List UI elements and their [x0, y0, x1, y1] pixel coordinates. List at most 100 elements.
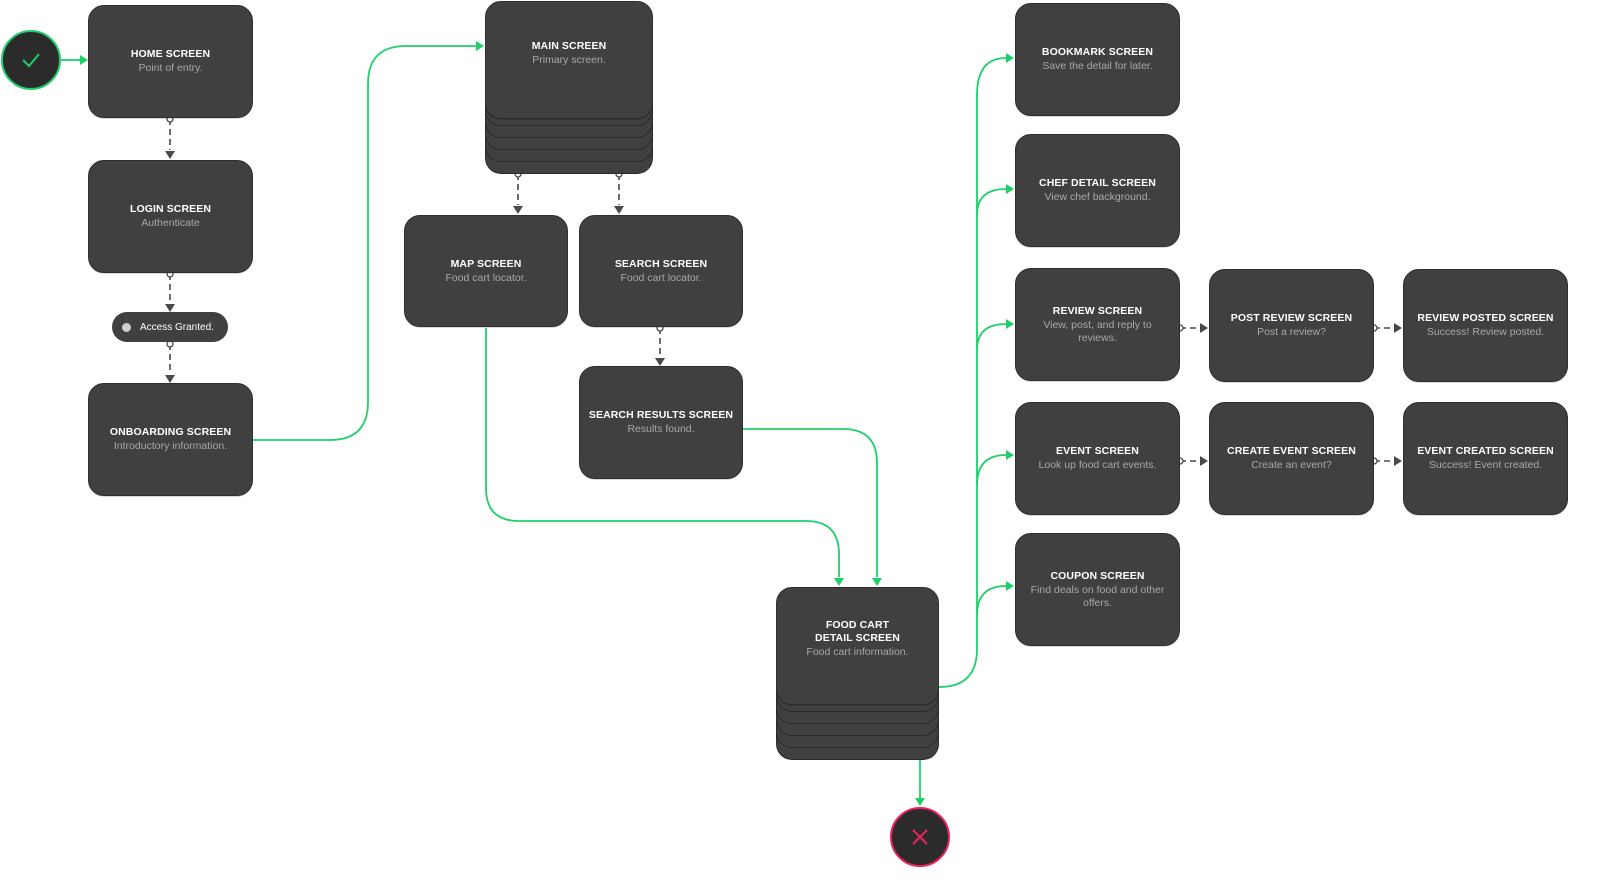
node-title: REVIEW POSTED SCREEN — [1417, 312, 1554, 324]
node-subtitle: Primary screen. — [532, 53, 606, 66]
edge-home-to-login[interactable] — [165, 115, 175, 159]
arrowhead-icon — [655, 358, 665, 366]
node-title: BOOKMARK SCREEN — [1041, 46, 1154, 58]
edge-post_review-to-review_posted[interactable] — [1370, 323, 1402, 333]
node-subtitle: View chef background. — [1044, 191, 1151, 203]
arrowhead-icon — [1200, 323, 1208, 333]
node-title: FOOD CART DETAIL SCREEN — [815, 619, 900, 644]
edge-food_cart_detail-to-coupon[interactable] — [976, 581, 1014, 616]
node-event-created-screen[interactable]: EVENT CREATED SCREEN Success! Event crea… — [1403, 402, 1568, 515]
node-subtitle: Find deals on food and other offers. — [1030, 583, 1165, 609]
node-post-review-screen[interactable]: POST REVIEW SCREEN Post a review? — [1209, 269, 1374, 382]
node-review-posted-screen[interactable]: REVIEW POSTED SCREEN Success! Review pos… — [1403, 269, 1568, 382]
edge-food_cart_detail-to-event[interactable] — [976, 450, 1014, 486]
edge-search-to-search_results[interactable] — [655, 324, 665, 366]
arrowhead-icon — [165, 375, 175, 383]
node-onboarding-screen[interactable]: ONBOARDING SCREEN Introductory informati… — [88, 383, 253, 496]
arrowhead-icon — [1006, 53, 1014, 63]
node-title: HOME SCREEN — [130, 48, 211, 60]
edge-event-to-create_event[interactable] — [1176, 456, 1208, 466]
node-subtitle: Save the detail for later. — [1042, 60, 1153, 72]
node-subtitle: Success! Review posted. — [1426, 326, 1545, 338]
node-title: CREATE EVENT SCREEN — [1227, 445, 1356, 457]
food-cart-detail-stack: FOOD CART DETAIL SCREEN Food cart inform… — [776, 587, 939, 760]
node-search-results-screen[interactable]: SEARCH RESULTS SCREEN Results found. — [579, 366, 743, 479]
arrowhead-icon — [165, 151, 175, 159]
node-subtitle: Food cart information. — [806, 646, 909, 658]
node-main-screen[interactable]: MAIN SCREEN Primary screen. — [485, 1, 653, 119]
edge-review-to-post_review[interactable] — [1176, 323, 1208, 333]
edge-access-to-onboarding[interactable] — [165, 340, 175, 383]
connector-line — [743, 428, 878, 577]
node-subtitle: Food cart locator. — [620, 271, 702, 284]
edge-food_cart_detail-to-chef_detail[interactable] — [976, 184, 1014, 216]
node-title: CHEF DETAIL SCREEN — [1039, 177, 1156, 189]
node-food-cart-detail-screen[interactable]: FOOD CART DETAIL SCREEN Food cart inform… — [776, 587, 939, 705]
checkmark-icon — [22, 53, 40, 68]
connector-line — [976, 585, 1007, 616]
edge-start-to-home[interactable] — [61, 55, 88, 65]
node-subtitle: Food cart locator. — [445, 271, 527, 284]
arrowhead-icon — [1006, 184, 1014, 194]
arrowhead-icon — [872, 578, 882, 586]
node-subtitle: Authenticate — [141, 217, 200, 229]
edge-food_cart_detail-to-end[interactable] — [915, 760, 925, 806]
connector-line — [976, 188, 1007, 216]
arrowhead-icon — [1200, 456, 1208, 466]
arrowhead-icon — [1394, 323, 1402, 333]
node-title: REVIEW SCREEN — [1052, 304, 1143, 317]
edge-search_results-to-food_cart_detail[interactable] — [743, 428, 882, 586]
edge-main-to-map[interactable] — [513, 170, 523, 214]
end-terminal[interactable] — [890, 807, 950, 867]
edge-food_cart_detail-to-review[interactable] — [976, 319, 1014, 351]
edge-main-to-search[interactable] — [614, 170, 624, 214]
connector-line — [938, 57, 1007, 688]
node-map-screen[interactable]: MAP SCREEN Food cart locator. — [404, 215, 568, 327]
node-subtitle: Look up food cart events. — [1038, 459, 1157, 471]
node-create-event-screen[interactable]: CREATE EVENT SCREEN Create an event? — [1209, 402, 1374, 515]
arrowhead-icon — [476, 41, 484, 51]
arrowhead-icon — [1006, 450, 1014, 460]
edge-login-to-access[interactable] — [165, 270, 175, 312]
node-coupon-screen[interactable]: COUPON SCREEN Find deals on food and oth… — [1015, 533, 1180, 646]
arrowhead-icon — [513, 206, 523, 214]
node-title: ONBOARDING SCREEN — [109, 426, 232, 438]
main-screen-stack: MAIN SCREEN Primary screen. — [485, 1, 653, 174]
node-title: EVENT SCREEN — [1056, 445, 1139, 457]
node-title: POST REVIEW SCREEN — [1230, 312, 1353, 324]
node-home-screen[interactable]: HOME SCREEN Point of entry. — [88, 5, 253, 118]
node-title: SEARCH SCREEN — [614, 257, 708, 270]
edge-create_event-to-event_created[interactable] — [1370, 456, 1402, 466]
node-title: MAIN SCREEN — [531, 39, 607, 52]
node-event-screen[interactable]: EVENT SCREEN Look up food cart events. — [1015, 402, 1180, 515]
arrowhead-icon — [1006, 319, 1014, 329]
connector-line — [976, 323, 1007, 351]
node-bookmark-screen[interactable]: BOOKMARK SCREEN Save the detail for late… — [1015, 3, 1180, 116]
close-icon — [912, 829, 928, 845]
arrowhead-icon — [1394, 456, 1402, 466]
node-search-screen[interactable]: SEARCH SCREEN Food cart locator. — [579, 215, 743, 327]
arrowhead-icon — [1006, 581, 1014, 591]
node-chef-detail-screen[interactable]: CHEF DETAIL SCREEN View chef background. — [1015, 134, 1180, 247]
arrowhead-icon — [834, 578, 844, 586]
node-subtitle: Results found. — [627, 423, 695, 435]
node-title: LOGIN SCREEN — [129, 203, 212, 215]
edge-food_cart_detail-to-bookmark[interactable] — [938, 53, 1014, 688]
node-title: EVENT CREATED SCREEN — [1417, 445, 1554, 457]
start-terminal[interactable] — [1, 30, 61, 90]
connector-line — [976, 454, 1007, 486]
node-title: MAP SCREEN — [450, 257, 522, 270]
status-dot-icon — [122, 322, 131, 332]
node-subtitle: Create an event? — [1251, 459, 1332, 471]
node-subtitle: Post a review? — [1257, 326, 1326, 338]
node-title: COUPON SCREEN — [1050, 569, 1145, 582]
node-subtitle: Introductory information. — [113, 440, 228, 452]
arrowhead-icon — [915, 798, 925, 806]
decision-access-granted[interactable]: Access Granted. — [112, 312, 228, 342]
node-review-screen[interactable]: REVIEW SCREEN View, post, and reply to r… — [1015, 268, 1180, 381]
arrowhead-icon — [614, 206, 624, 214]
arrowhead-icon — [80, 55, 88, 65]
node-subtitle: Success! Event created. — [1428, 459, 1543, 471]
node-login-screen[interactable]: LOGIN SCREEN Authenticate — [88, 160, 253, 273]
pill-label: Access Granted. — [140, 321, 214, 333]
